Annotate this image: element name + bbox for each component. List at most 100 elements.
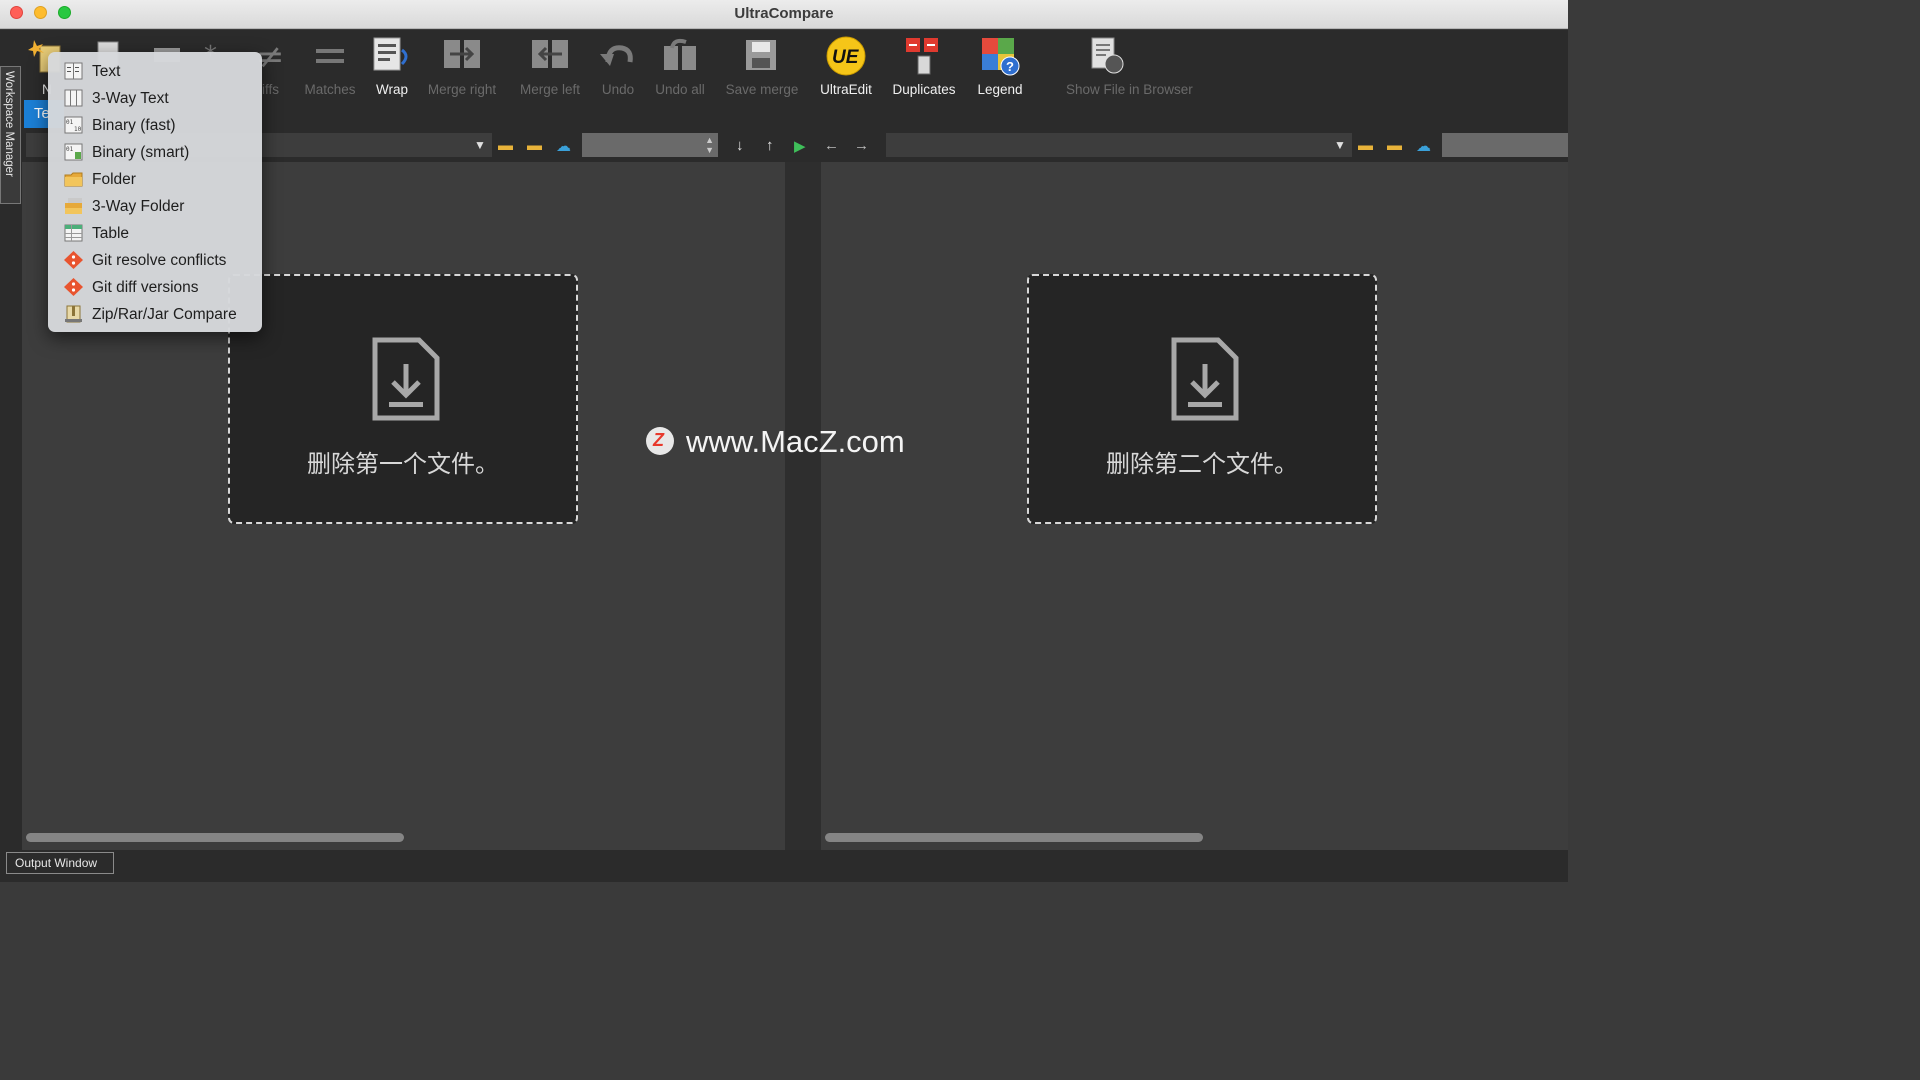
new-session-menu: Text 3-Way Text 01 10 Binary (fast) 01 Bi… xyxy=(48,52,262,332)
left-drop-text: 删除第一个文件。 xyxy=(307,451,499,478)
menu-item-git-diff-versions[interactable]: Git diff versions xyxy=(48,274,262,301)
left-horizontal-scrollbar[interactable] xyxy=(26,833,404,842)
duplicates-icon xyxy=(906,38,938,75)
matches-button[interactable]: Matches xyxy=(304,34,356,98)
wrap-label: Wrap xyxy=(375,82,408,97)
archive-icon xyxy=(65,305,82,323)
save-merge-label: Save merge xyxy=(725,82,799,97)
menu-item-table[interactable]: Table xyxy=(48,220,262,247)
menu-item-label: Git resolve conflicts xyxy=(92,252,227,269)
left-path-dropdown-icon[interactable]: ▼ xyxy=(474,138,486,152)
wrap-button[interactable]: Wrap xyxy=(372,34,412,98)
folder-icon xyxy=(64,172,83,187)
right-horizontal-scrollbar[interactable] xyxy=(825,833,1203,842)
undo-icon xyxy=(600,45,633,66)
file-download-icon xyxy=(372,337,440,421)
workspace-manager-tab[interactable]: Workspace Manager xyxy=(0,66,21,204)
duplicates-label: Duplicates xyxy=(892,82,956,97)
legend-button[interactable]: ? Legend xyxy=(977,34,1023,98)
menu-item-git-resolve-conflicts[interactable]: Git resolve conflicts xyxy=(48,247,262,274)
menu-item-3-way-text[interactable]: 3-Way Text xyxy=(48,85,262,112)
workspace-sidebar: Workspace Manager xyxy=(0,30,22,882)
menu-item-label: Text xyxy=(92,63,121,80)
floppy-disk-icon xyxy=(746,40,776,70)
menu-item-label: 3-Way Folder xyxy=(92,198,185,215)
table-icon xyxy=(64,224,83,242)
binary-icon: 0110 xyxy=(64,116,83,134)
right-drop-zone[interactable]: 删除第二个文件。 xyxy=(1027,274,1377,524)
svg-text:01: 01 xyxy=(66,119,74,126)
right-cloud-download-icon[interactable]: ☁ xyxy=(1416,137,1431,155)
merge-left-button[interactable]: Merge left xyxy=(520,34,580,98)
left-drop-zone[interactable]: 删除第一个文件。 xyxy=(228,274,578,524)
output-window-label: Output Window xyxy=(15,856,98,870)
watermark-logo-letter: Z xyxy=(653,430,664,450)
merge-left-icon xyxy=(532,40,568,68)
show-file-in-browser-label: Show File in Browser xyxy=(1066,82,1193,97)
menu-item-3-way-folder[interactable]: 3-Way Folder xyxy=(48,193,262,220)
menu-item-label: 3-Way Text xyxy=(92,90,169,107)
output-window-tab[interactable]: Output Window xyxy=(6,852,114,874)
watermark-text: www.MacZ.com xyxy=(686,424,905,459)
previous-difference-icon[interactable]: ↑ xyxy=(766,137,774,154)
ultraedit-logo-text: UE xyxy=(832,47,860,68)
legend-label: Legend xyxy=(977,82,1023,97)
right-encoding-select[interactable] xyxy=(1442,133,1568,157)
back-icon[interactable]: ← xyxy=(824,137,839,154)
left-browse-folder-icon[interactable]: ▬ xyxy=(527,137,542,154)
svg-text:10: 10 xyxy=(74,126,82,133)
show-file-in-browser-button[interactable]: Show File in Browser xyxy=(1066,34,1193,98)
legend-icon: ? xyxy=(982,38,1020,76)
menu-item-label: Binary (fast) xyxy=(92,117,176,134)
right-compare-pane[interactable]: 删除第二个文件。 xyxy=(821,162,1568,852)
file-download-icon xyxy=(1171,337,1239,421)
left-encoding-select[interactable]: ▲ ▼ xyxy=(582,133,718,157)
left-open-folder-icon[interactable]: ▬ xyxy=(498,137,513,154)
text-compare-icon xyxy=(64,62,83,80)
next-difference-icon[interactable]: ↓ xyxy=(736,137,744,154)
wrap-icon xyxy=(373,37,408,71)
window-title: UltraCompare xyxy=(734,5,834,22)
web-document-icon xyxy=(1091,37,1124,74)
menu-item-text[interactable]: Text xyxy=(48,58,262,85)
svg-text:?: ? xyxy=(1006,59,1014,74)
menu-item-label: Table xyxy=(92,225,130,242)
menu-item-binary-smart[interactable]: 01 Binary (smart) xyxy=(48,139,262,166)
right-drop-text: 删除第二个文件。 xyxy=(1106,451,1298,478)
merge-right-button[interactable]: Merge right xyxy=(428,34,496,98)
undo-all-icon xyxy=(664,38,696,70)
undo-all-button[interactable]: Undo all xyxy=(655,34,705,98)
ultraedit-button[interactable]: UE UltraEdit xyxy=(820,34,872,98)
three-way-text-icon xyxy=(64,89,83,107)
run-compare-icon[interactable]: ▶ xyxy=(794,137,806,155)
left-cloud-download-icon[interactable]: ☁ xyxy=(556,137,571,155)
undo-all-label: Undo all xyxy=(655,82,705,97)
svg-text:01: 01 xyxy=(66,146,74,153)
menu-item-label: Binary (smart) xyxy=(92,144,190,161)
right-browse-folder-icon[interactable]: ▬ xyxy=(1387,137,1402,154)
pane-divider[interactable] xyxy=(785,162,821,852)
save-merge-button[interactable]: Save merge xyxy=(726,34,798,98)
workspace-manager-label: Workspace Manager xyxy=(3,71,15,177)
merge-right-label: Merge right xyxy=(427,82,497,97)
git-icon xyxy=(64,251,83,269)
watermark-logo: Z xyxy=(646,427,674,455)
encoding-spinner-icon: ▲ ▼ xyxy=(705,135,714,155)
menu-item-label: Zip/Rar/Jar Compare xyxy=(92,306,237,323)
menu-item-binary-fast[interactable]: 01 10 Binary (fast) xyxy=(48,112,262,139)
title-bar: UltraCompare xyxy=(0,0,1568,29)
ultraedit-logo-icon: UE xyxy=(826,36,866,76)
right-path-dropdown-icon[interactable]: ▼ xyxy=(1334,138,1346,152)
output-bar: Output Window xyxy=(0,850,1568,882)
menu-item-zip-rar-jar-compare[interactable]: Zip/Rar/Jar Compare xyxy=(48,301,262,328)
menu-item-label: Git diff versions xyxy=(92,279,199,296)
menu-item-folder[interactable]: Folder xyxy=(48,166,262,193)
menu-item-label: Folder xyxy=(92,171,136,188)
right-file-path-input[interactable] xyxy=(886,133,1352,157)
right-open-folder-icon[interactable]: ▬ xyxy=(1358,137,1373,154)
duplicates-button[interactable]: Duplicates xyxy=(892,34,956,98)
git-icon xyxy=(64,278,83,296)
forward-icon[interactable]: → xyxy=(854,137,869,154)
equals-icon xyxy=(316,49,344,63)
undo-button[interactable]: Undo xyxy=(598,34,638,98)
